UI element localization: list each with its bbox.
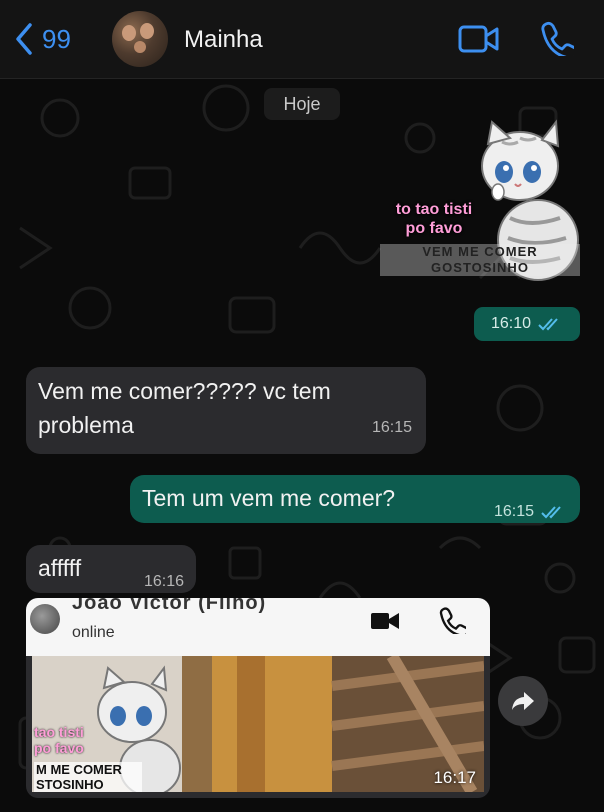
message-time: 16:17 bbox=[433, 768, 476, 787]
screenshot-photo: tao tisti po favo M ME COMER STOSINHO bbox=[32, 656, 484, 792]
screenshot-contact-name: Joao Victor (Filho) bbox=[72, 598, 267, 614]
chevron-left-icon bbox=[16, 23, 32, 55]
video-call-icon bbox=[371, 613, 399, 629]
incoming-message[interactable]: Vem me comer????? vc tem problema 16:15 bbox=[26, 367, 426, 454]
phone-icon bbox=[439, 607, 466, 634]
phone-icon[interactable] bbox=[540, 20, 574, 56]
sticker-banner: VEM ME COMER GOSTOSINHO bbox=[380, 244, 580, 276]
message-time: 16:16 bbox=[143, 573, 184, 590]
video-call-icon[interactable] bbox=[458, 24, 500, 54]
date-chip: Hoje bbox=[264, 88, 340, 120]
sticker-time: 16:10 bbox=[490, 315, 532, 332]
read-ticks-icon bbox=[538, 318, 558, 331]
chat-header: 99 Mainha bbox=[0, 0, 604, 79]
screenshot-status: online bbox=[72, 624, 115, 641]
screenshot-caption-pink: tao tisti po favo bbox=[34, 724, 84, 756]
unread-count: 99 bbox=[42, 23, 71, 54]
back-button[interactable]: 99 bbox=[12, 22, 71, 56]
contact-name[interactable]: Mainha bbox=[184, 26, 263, 54]
message-meta: 16:15 bbox=[494, 495, 566, 529]
message-text: Tem um vem me comer? bbox=[142, 485, 396, 511]
share-arrow-icon bbox=[512, 692, 534, 710]
image-message[interactable]: Joao Victor (Filho) online tao tisti po … bbox=[26, 598, 490, 798]
sticker-timestamp: 16:10 bbox=[474, 307, 580, 341]
read-ticks-icon bbox=[541, 506, 561, 519]
sticker-message[interactable]: to tao tisti po favo VEM ME COMER GOSTOS… bbox=[370, 118, 584, 288]
incoming-message[interactable]: afffff 16:16 bbox=[26, 545, 196, 593]
sticker-caption: to tao tisti po favo bbox=[395, 201, 473, 237]
avatar[interactable] bbox=[112, 11, 168, 67]
message-text: Vem me comer????? vc tem problema bbox=[38, 378, 331, 438]
forward-button[interactable] bbox=[498, 676, 548, 726]
screenshot-header: Joao Victor (Filho) online bbox=[26, 598, 490, 656]
screenshot-avatar bbox=[30, 604, 60, 634]
outgoing-message[interactable]: Tem um vem me comer? 16:15 bbox=[130, 475, 580, 523]
message-time: 16:15 bbox=[371, 419, 412, 436]
message-time: 16:15 bbox=[493, 503, 534, 520]
message-text: afffff bbox=[38, 555, 82, 581]
screenshot-caption-banner: M ME COMER STOSINHO bbox=[34, 762, 142, 792]
